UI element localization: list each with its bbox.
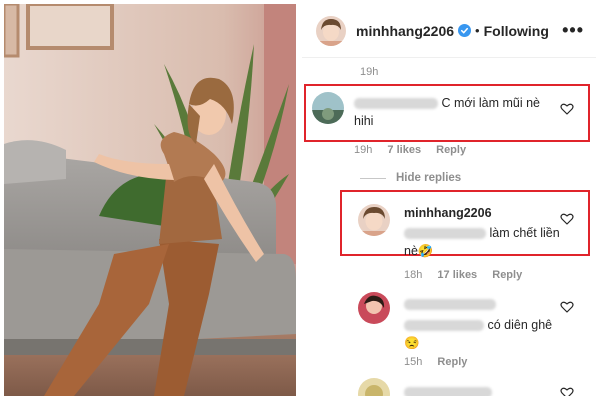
avatar[interactable] [316,15,346,46]
hide-replies-toggle[interactable]: Hide replies [360,172,461,184]
comment-meta: 19h 7 likes Reply [354,144,478,156]
like-count[interactable]: 7 likes [387,144,421,156]
reply-meta: 18h 17 likes Reply [404,269,534,281]
reply-button[interactable]: Reply [492,269,522,281]
reply-avatar[interactable] [358,204,390,236]
previous-comment-meta: 19h [360,66,390,78]
commenter-avatar[interactable] [358,292,390,324]
post-header: minhhang2206 • Following ••• [302,4,596,58]
blurred-username [404,387,492,396]
hide-replies-label: Hide replies [396,172,462,184]
reply-time: 18h [404,269,423,281]
reply-button[interactable]: Reply [437,356,467,368]
comments-panel: minhhang2206 • Following ••• 19h C mới l… [302,4,596,396]
verified-badge-icon [458,24,472,37]
blurred-username [404,299,496,311]
like-count[interactable]: 17 likes [437,269,477,281]
comment-time: 19h [354,144,373,156]
like-heart-icon[interactable] [560,102,574,116]
divider-line [360,177,386,179]
post-photo[interactable] [4,4,296,396]
blurred-mention [404,228,486,240]
blurred-username [354,98,438,110]
following-button[interactable]: Following [484,23,549,39]
comment-time: 19h [360,66,379,78]
reply-username[interactable]: minhhang2206 [404,206,564,220]
like-heart-icon[interactable] [560,300,574,314]
reply-button[interactable]: Reply [436,144,466,156]
commenter-avatar[interactable] [312,92,344,124]
like-heart-icon[interactable] [560,212,574,226]
comment-time: 15h [404,356,423,368]
blurred-mention [404,320,484,332]
header-username[interactable]: minhhang2206 [356,23,454,39]
separator-dot: • [475,23,480,38]
commenter-avatar[interactable] [358,378,390,396]
more-options-icon[interactable]: ••• [562,20,584,41]
comment-meta: 15h Reply [404,356,479,368]
like-heart-icon[interactable] [560,386,574,396]
